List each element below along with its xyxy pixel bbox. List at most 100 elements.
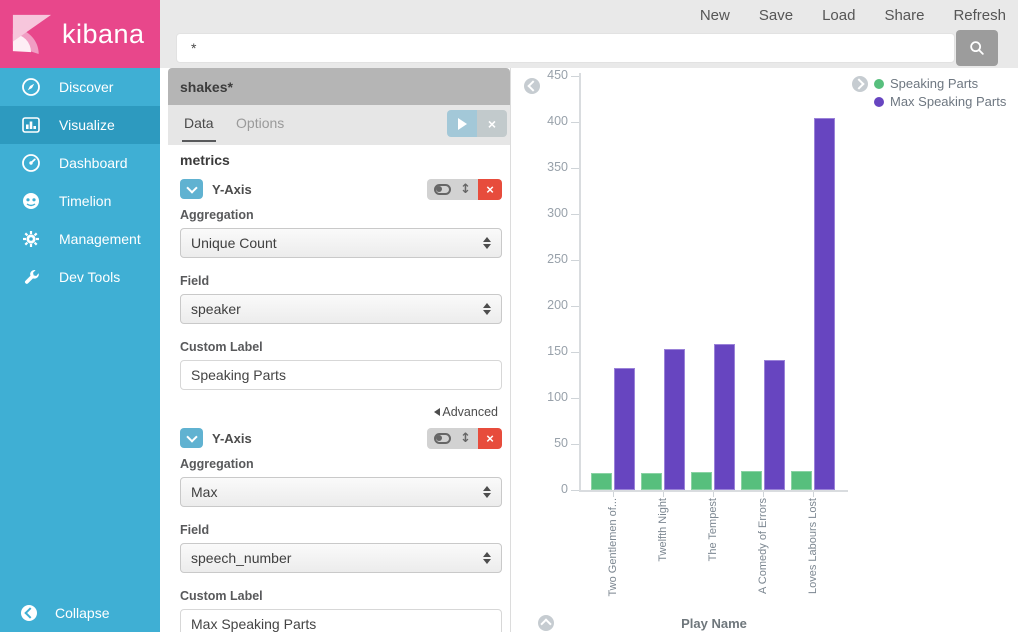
aggregation-value: Unique Count	[191, 235, 277, 251]
y-tick-label: 200	[511, 298, 568, 312]
chevron-down-icon	[186, 182, 197, 193]
aggregation-value: Max	[191, 484, 217, 500]
sidebar-item-management[interactable]: Management	[0, 220, 160, 258]
select-arrows-icon	[483, 303, 491, 315]
search-submit-button[interactable]	[956, 30, 998, 66]
index-pattern-bar: shakes*	[168, 68, 510, 105]
y-tick-label: 150	[511, 344, 568, 358]
timelion-owl-icon	[21, 191, 41, 211]
chart-legend: Speaking Parts Max Speaking Parts	[852, 76, 1006, 109]
legend-dot-icon	[874, 79, 884, 89]
sidebar-item-dev-tools[interactable]: Dev Tools	[0, 258, 160, 296]
y-tick-label: 50	[511, 436, 568, 450]
bar-max-speaking-parts[interactable]	[764, 360, 785, 490]
editor-tabstrip: Data Options ×	[168, 105, 510, 145]
apply-changes-button[interactable]	[447, 110, 477, 137]
wrench-icon	[21, 267, 41, 287]
aggregation-select[interactable]: Max	[180, 477, 502, 507]
metrics-config-panel: metrics Y-Axis ↕ × Aggregation Unique Co…	[168, 145, 510, 632]
save-button[interactable]: Save	[759, 7, 793, 24]
kibana-logo-icon	[11, 13, 53, 55]
triangle-left-icon	[434, 408, 440, 416]
x-category-label: Loves Labours Lost	[807, 498, 819, 594]
x-tick-mark	[663, 492, 664, 497]
x-tick-mark	[813, 492, 814, 497]
custom-label-input[interactable]: Speaking Parts	[180, 360, 502, 390]
bar-max-speaking-parts[interactable]	[664, 349, 685, 490]
metric-controls: ↕	[427, 428, 478, 449]
share-button[interactable]: Share	[884, 7, 924, 24]
bar-speaking-parts[interactable]	[641, 473, 662, 490]
legend-item-speaking-parts[interactable]: Speaking Parts	[874, 76, 1006, 91]
tab-data[interactable]: Data	[182, 105, 216, 142]
remove-metric-button[interactable]: ×	[478, 428, 502, 449]
custom-label-input[interactable]: Max Speaking Parts	[180, 609, 502, 632]
bar-speaking-parts[interactable]	[741, 471, 762, 490]
load-button[interactable]: Load	[822, 7, 855, 24]
move-updown-icon[interactable]: ↕	[460, 432, 471, 445]
editor-actions: ×	[447, 110, 507, 137]
metric-group-label: Y-Axis	[212, 182, 427, 197]
y-tick-label: 100	[511, 390, 568, 404]
aggregation-label: Aggregation	[180, 208, 502, 222]
field-select[interactable]: speaker	[180, 294, 502, 324]
app-sidebar: Discover Visualize Dashboard Timelion Ma…	[0, 68, 160, 632]
field-select[interactable]: speech_number	[180, 543, 502, 573]
move-updown-icon[interactable]: ↕	[460, 183, 471, 196]
aggregation-select[interactable]: Unique Count	[180, 228, 502, 258]
custom-label-label: Custom Label	[180, 340, 502, 354]
y-tick-label: 450	[511, 68, 568, 82]
toolbar-menu: New Save Load Share Refresh	[700, 0, 1006, 31]
y-tick-mark	[571, 214, 579, 215]
y-tick-label: 400	[511, 114, 568, 128]
disable-toggle-icon[interactable]	[434, 184, 451, 195]
new-button[interactable]: New	[700, 7, 730, 24]
play-icon	[458, 118, 467, 130]
sidebar-item-label: Dashboard	[59, 155, 128, 171]
sidebar-item-dashboard[interactable]: Dashboard	[0, 144, 160, 182]
select-arrows-icon	[483, 486, 491, 498]
y-tick-mark	[571, 490, 579, 491]
compass-icon	[21, 77, 41, 97]
y-tick-label: 250	[511, 252, 568, 266]
sidebar-item-timelion[interactable]: Timelion	[0, 182, 160, 220]
metric-controls: ↕	[427, 179, 478, 200]
sidebar-item-label: Management	[59, 231, 141, 247]
refresh-button[interactable]: Refresh	[953, 7, 1006, 24]
visualization-canvas: Speaking Parts Max Speaking Parts Play N…	[510, 68, 1018, 632]
advanced-toggle-link[interactable]: Advanced	[180, 405, 498, 419]
y-tick-mark	[571, 352, 579, 353]
bar-speaking-parts[interactable]	[591, 473, 612, 490]
legend-label: Speaking Parts	[890, 76, 978, 91]
y-tick-label: 350	[511, 160, 568, 174]
kibana-app: kibana New Save Load Share Refresh * Dis…	[0, 0, 1018, 632]
query-search-input[interactable]: *	[176, 33, 955, 63]
gear-icon	[21, 229, 41, 249]
metric-group-label: Y-Axis	[212, 431, 427, 446]
bar-max-speaking-parts[interactable]	[714, 344, 735, 490]
bar-speaking-parts[interactable]	[691, 472, 712, 490]
sidebar-item-discover[interactable]: Discover	[0, 68, 160, 106]
y-tick-mark	[571, 444, 579, 445]
discard-changes-button[interactable]: ×	[477, 110, 507, 137]
legend-dot-icon	[874, 97, 884, 107]
bar-max-speaking-parts[interactable]	[814, 118, 835, 490]
chevron-left-circle-icon	[21, 605, 37, 621]
x-category-label: The Tempest	[707, 498, 719, 561]
select-arrows-icon	[483, 237, 491, 249]
bar-max-speaking-parts[interactable]	[614, 368, 635, 490]
top-toolbar: New Save Load Share Refresh *	[160, 0, 1018, 68]
tab-options[interactable]: Options	[234, 105, 286, 140]
legend-item-max-speaking-parts[interactable]: Max Speaking Parts	[874, 94, 1006, 109]
sidebar-item-visualize[interactable]: Visualize	[0, 106, 160, 144]
legend-toggle-button[interactable]	[852, 76, 868, 92]
y-tick-mark	[571, 122, 579, 123]
disable-toggle-icon[interactable]	[434, 433, 451, 444]
bar-chart-icon	[21, 115, 41, 135]
scroll-up-button[interactable]	[538, 615, 554, 631]
collapse-metric-button[interactable]	[180, 179, 203, 199]
collapse-metric-button[interactable]	[180, 428, 203, 448]
bar-speaking-parts[interactable]	[791, 471, 812, 490]
sidebar-collapse-button[interactable]: Collapse	[0, 594, 160, 632]
remove-metric-button[interactable]: ×	[478, 179, 502, 200]
